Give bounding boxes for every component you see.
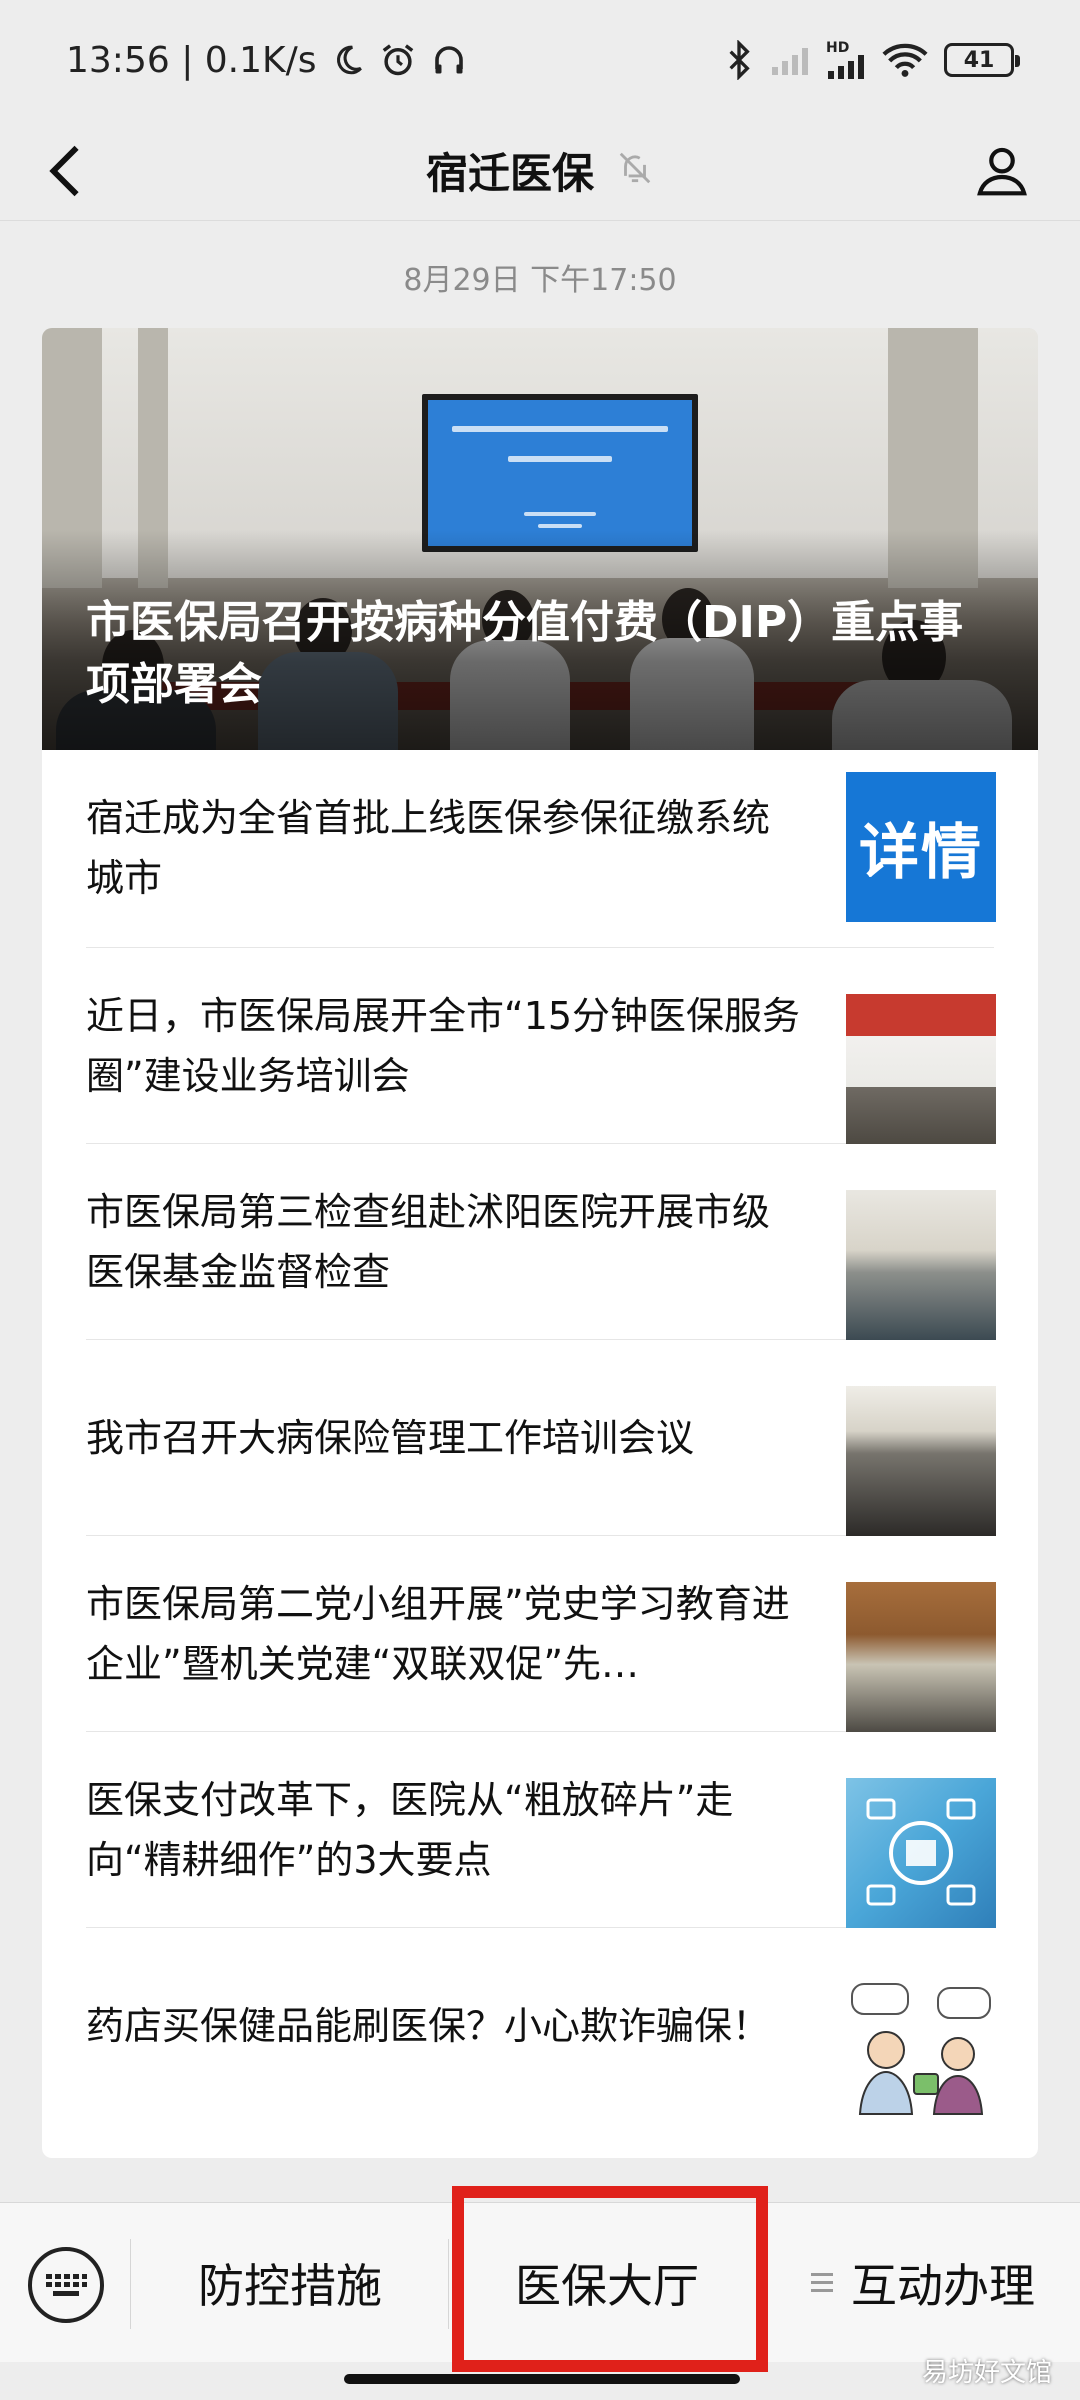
hero-title: 市医保局召开按病种分值付费（DIP）重点事项部署会 [86,597,964,710]
thumbnail-image [846,994,996,1144]
battery-icon: 41 [944,43,1020,77]
news-title: 我市召开大病保险管理工作培训会议 [86,1416,695,1460]
bottom-menu: 防控措施 医保大厅 互动办理 [0,2202,1080,2362]
status-bar: 13:56 | 0.1K/s HD 41 [0,0,1080,120]
submenu-lines-icon [811,2270,833,2296]
back-button[interactable] [30,136,100,206]
signal-hd-icon: HD [826,41,866,79]
hero-screen-graphic [422,394,698,552]
watermark: 易坊好文馆 [921,2358,1052,2388]
thumbnail-image [846,1190,996,1340]
menu-label: 互动办理 [851,2259,1035,2313]
headphones-icon [431,42,467,78]
news-title: 市医保局第二党小组开展”党史学习教育进企业”暨机关党建“双联双促”先… [86,1582,790,1686]
list-item[interactable]: 药店买保健品能刷医保？小心欺诈骗保！ [86,1928,996,2124]
thumbnail-image [846,1386,996,1536]
thumbnail-image [846,1974,996,2124]
menu-item-service-hall[interactable]: 医保大厅 [449,2203,765,2363]
home-indicator[interactable] [344,2374,740,2384]
signal-weak-icon [770,45,810,75]
thumb-label: 详情 [859,817,983,888]
message-timestamp: 8月29日 下午17:50 [403,263,677,298]
divider [0,220,1080,221]
status-time-speed: 13:56 | 0.1K/s [66,39,317,81]
nav-bar: 宿迁医保 [0,120,1080,220]
list-item[interactable]: 宿迁成为全省首批上线医保参保征缴系统城市 详情 [86,750,996,948]
news-title: 市医保局第三检查组赴沭阳医院开展市级医保基金监督检查 [86,1190,771,1294]
hero-article[interactable]: 市医保局召开按病种分值付费（DIP）重点事项部署会 [42,328,1038,750]
moon-icon [331,43,365,77]
thumbnail-image [846,1582,996,1732]
list-item[interactable]: 市医保局第二党小组开展”党史学习教育进企业”暨机关党建“双联双促”先… [86,1536,996,1732]
news-title: 医保支付改革下，医院从“粗放碎片”走向“精耕细作”的3大要点 [86,1778,734,1882]
person-icon [977,147,1027,196]
list-item[interactable]: 医保支付改革下，医院从“粗放碎片”走向“精耕细作”的3大要点 [86,1732,996,1928]
list-item[interactable]: 市医保局第三检查组赴沭阳医院开展市级医保基金监督检查 [86,1144,996,1340]
alarm-icon [379,41,417,79]
news-list: 宿迁成为全省首批上线医保参保征缴系统城市 详情 近日，市医保局展开全市“15分钟… [42,750,1038,2124]
list-item[interactable]: 近日，市医保局展开全市“15分钟医保服务圈”建设业务培训会 [86,948,996,1144]
article-card: 市医保局召开按病种分值付费（DIP）重点事项部署会 宿迁成为全省首批上线医保参保… [42,328,1038,2158]
profile-button[interactable] [964,132,1040,208]
menu-label: 防控措施 [198,2259,382,2313]
menu-item-interactive[interactable]: 互动办理 [766,2203,1080,2363]
list-item[interactable]: 我市召开大病保险管理工作培训会议 [86,1340,996,1536]
news-title: 宿迁成为全省首批上线医保参保征缴系统城市 [86,796,771,900]
thumbnail-image [846,1778,996,1928]
page-title: 宿迁医保 [425,148,594,198]
keyboard-toggle-button[interactable] [28,2247,104,2323]
mute-bell-icon [616,149,654,191]
keyboard-icon [46,2274,87,2296]
menu-label: 医保大厅 [515,2259,699,2313]
battery-level: 41 [963,47,995,73]
wifi-icon [882,42,928,78]
news-title: 药店买保健品能刷医保？小心欺诈骗保！ [86,2004,771,2048]
thumbnail-image: 详情 [846,772,996,922]
network-label: HD [826,40,850,56]
bluetooth-icon [724,40,754,80]
news-title: 近日，市医保局展开全市“15分钟医保服务圈”建设业务培训会 [86,994,801,1098]
chevron-left-icon [49,145,79,197]
menu-item-prevention[interactable]: 防控措施 [132,2203,448,2363]
